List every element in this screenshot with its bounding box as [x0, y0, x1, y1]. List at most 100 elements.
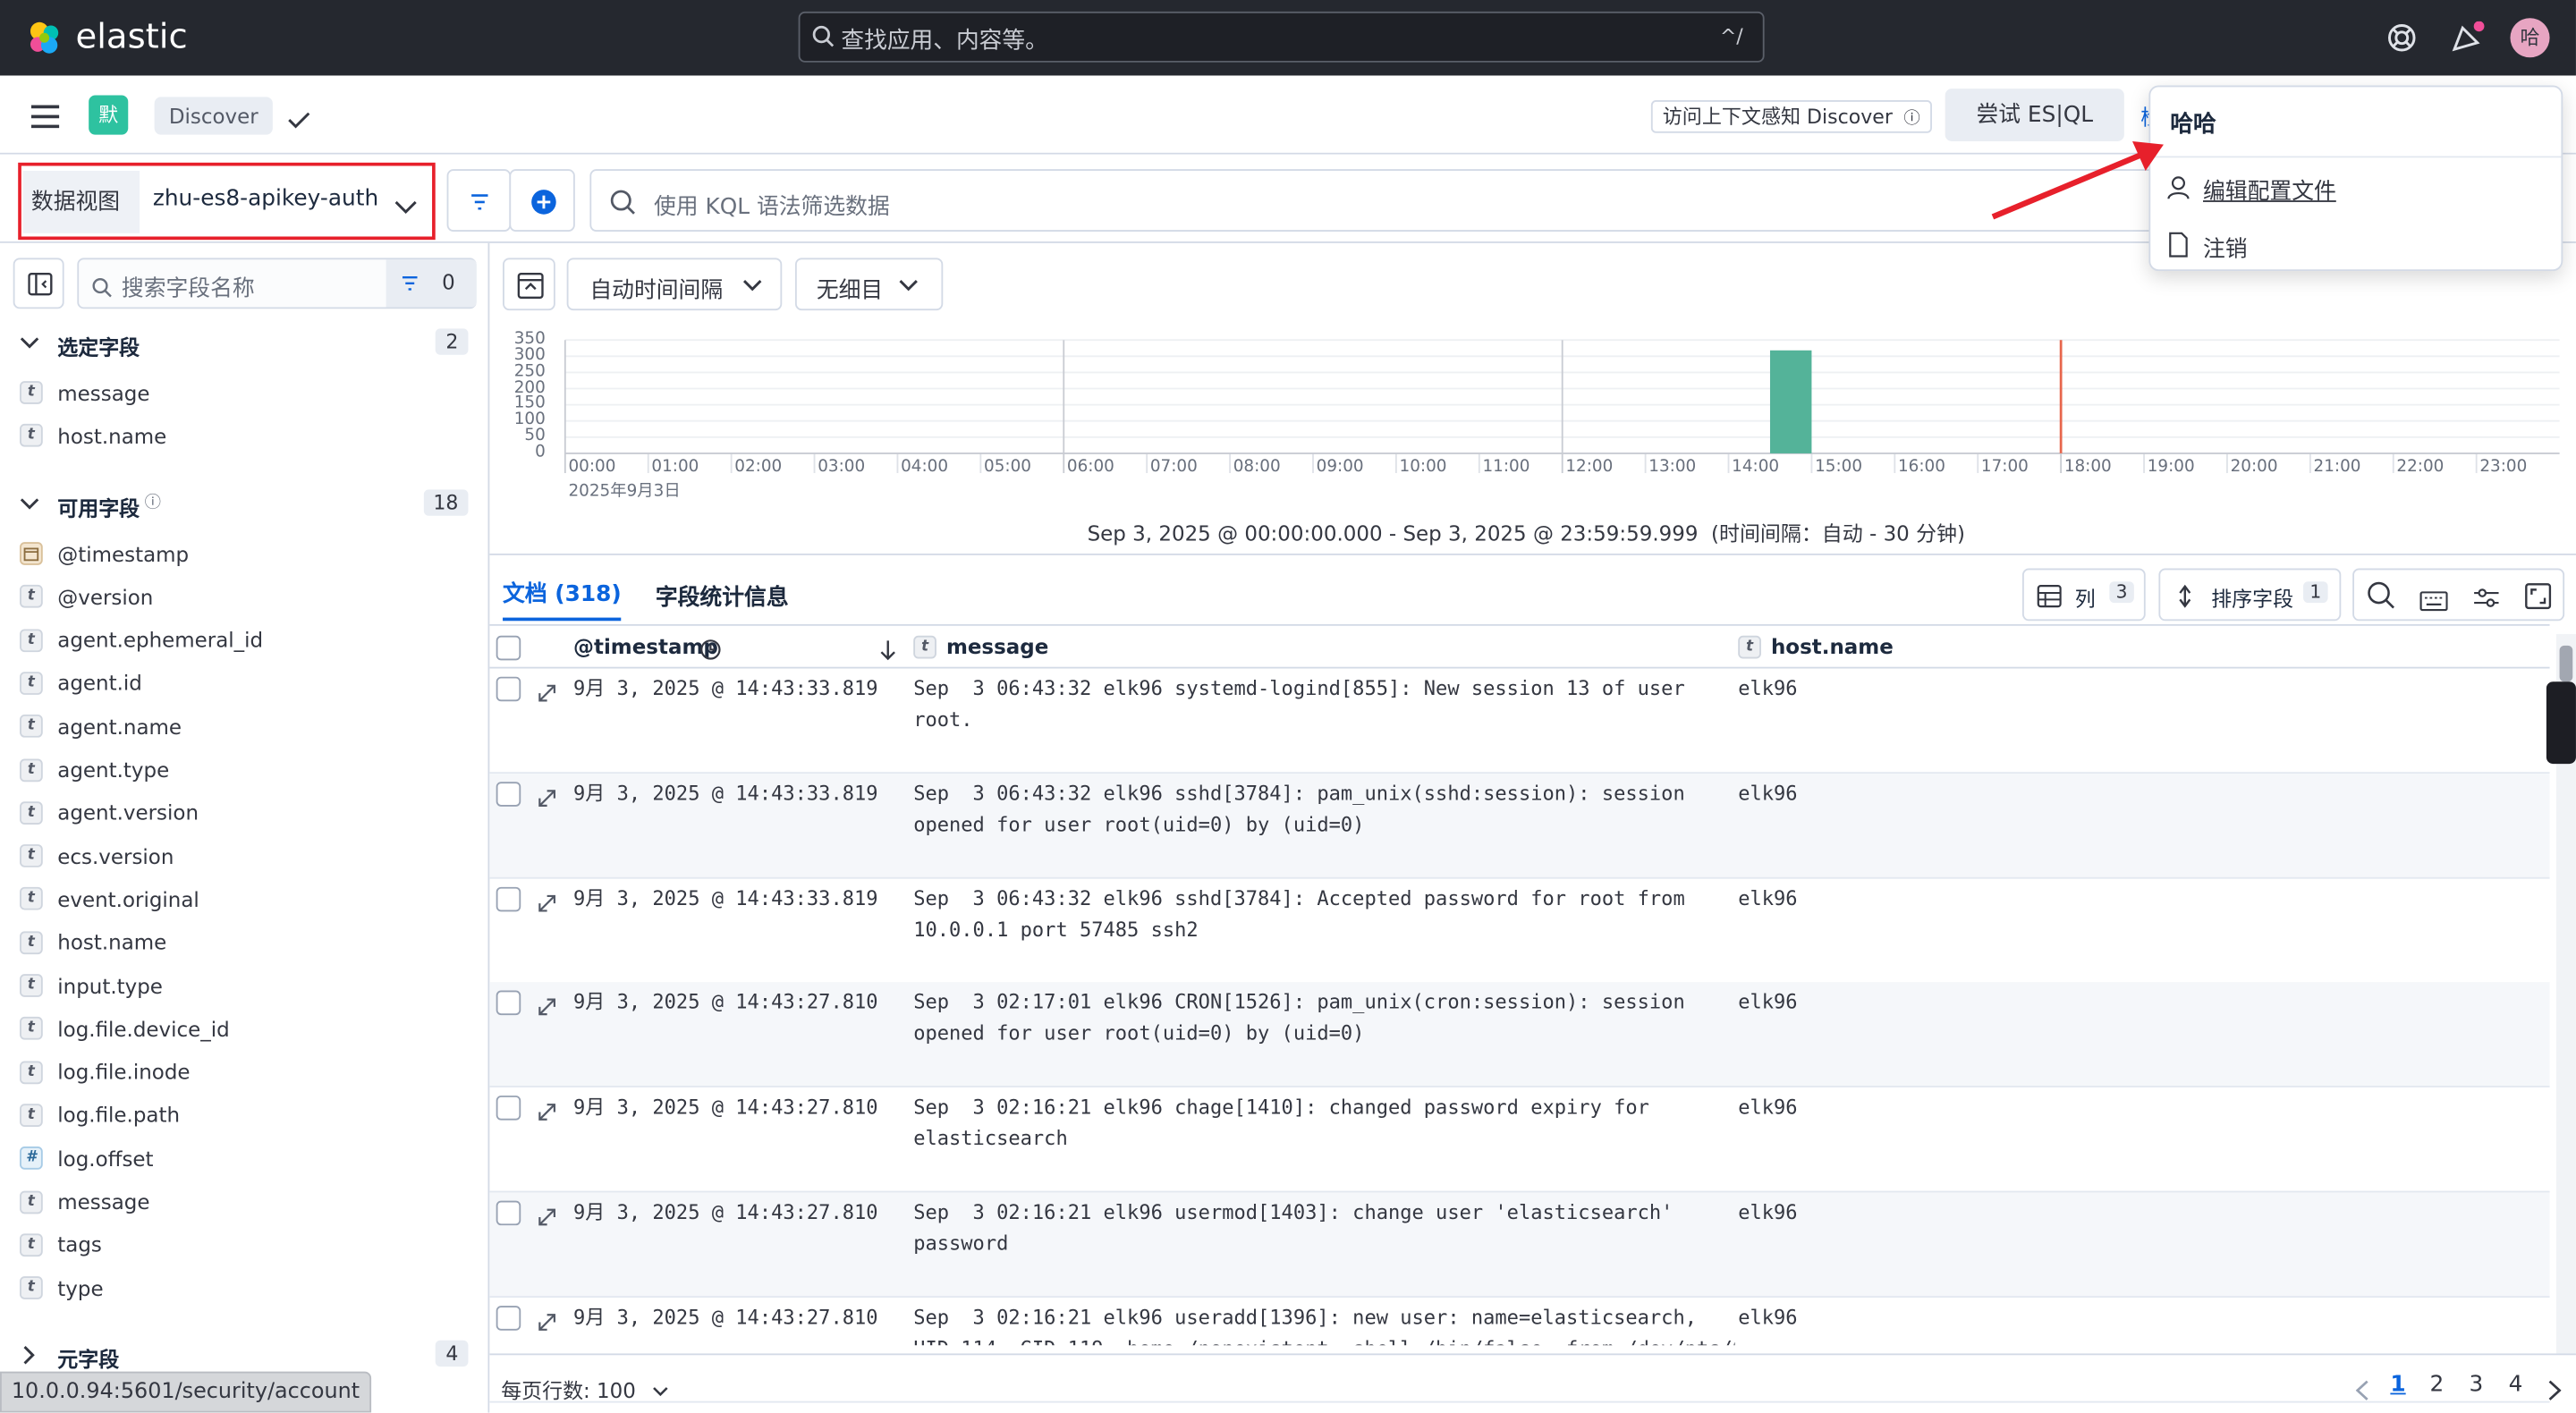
- field-item[interactable]: t host.name: [20, 923, 166, 962]
- breadcrumb-discover[interactable]: Discover: [154, 97, 273, 135]
- table-row[interactable]: 9月 3, 2025 @ 14:43:33.819 Sep 3 06:43:32 …: [489, 878, 2550, 984]
- field-search-input[interactable]: 搜索字段名称 0: [77, 258, 477, 309]
- field-item[interactable]: t agent.ephemeral_id: [20, 621, 263, 660]
- space-badge[interactable]: 默: [89, 95, 129, 135]
- expand-row-icon[interactable]: [538, 1097, 557, 1129]
- filter-options-button[interactable]: [446, 169, 512, 232]
- field-item[interactable]: t event.original: [20, 879, 199, 918]
- field-item[interactable]: t log.file.path: [20, 1096, 180, 1135]
- expand-row-icon[interactable]: [538, 888, 557, 919]
- text-type-icon: t: [20, 757, 43, 782]
- collapse-sidebar-button[interactable]: [13, 258, 64, 309]
- field-item[interactable]: t host.name: [20, 416, 166, 455]
- pagination-next-icon[interactable]: [2548, 1376, 2562, 1408]
- menu-hamburger-icon[interactable]: [30, 104, 61, 135]
- brand-name[interactable]: elastic: [75, 16, 187, 55]
- user-avatar[interactable]: 哈: [2510, 18, 2550, 58]
- field-item[interactable]: t tags: [20, 1225, 102, 1265]
- table-row[interactable]: 9月 3, 2025 @ 14:43:33.819 Sep 3 06:43:32 …: [489, 773, 2550, 879]
- display-settings-icon[interactable]: [2474, 585, 2499, 616]
- row-checkbox[interactable]: [496, 1200, 521, 1226]
- logout-icon: [2169, 232, 2188, 258]
- meta-fields-header[interactable]: 元字段 4: [18, 1339, 475, 1375]
- select-all-checkbox[interactable]: [496, 635, 521, 661]
- elastic-logo-icon[interactable]: [25, 18, 64, 57]
- timestamp-cell: 9月 3, 2025 @ 14:43:33.819: [573, 886, 878, 910]
- col-header-host-name[interactable]: host.name: [1771, 634, 1894, 659]
- row-checkbox[interactable]: [496, 1096, 521, 1121]
- field-name: agent.id: [57, 671, 142, 696]
- search-placeholder: 查找应用、内容等。: [841, 28, 1048, 55]
- pagination-page[interactable]: 2: [2429, 1372, 2444, 1398]
- row-checkbox[interactable]: [496, 991, 521, 1016]
- context-aware-link[interactable]: 访问上下文感知 Discover ⓘ: [1650, 100, 1932, 133]
- sort-descending-icon[interactable]: [879, 636, 897, 667]
- field-filter-toggle[interactable]: 0: [386, 259, 477, 308]
- chevron-down-icon: [20, 337, 39, 349]
- expand-row-icon[interactable]: [538, 993, 557, 1024]
- field-item[interactable]: t log.file.device_id: [20, 1009, 230, 1048]
- field-item[interactable]: t agent.name: [20, 706, 182, 746]
- keyboard-shortcuts-icon[interactable]: [2419, 587, 2448, 618]
- host-name-cell: elk96: [1738, 886, 1798, 910]
- fullscreen-icon[interactable]: [2525, 583, 2552, 616]
- pagination-page[interactable]: 4: [2509, 1372, 2523, 1398]
- kql-query-input[interactable]: 使用 KQL 语法筛选数据: [589, 169, 2167, 232]
- expand-row-icon[interactable]: [538, 1307, 557, 1339]
- field-item[interactable]: # log.offset: [20, 1138, 154, 1178]
- host-name-cell: elk96: [1738, 1096, 1798, 1120]
- available-fields-header[interactable]: 可用字段 ⓘ 18: [18, 487, 475, 523]
- field-item[interactable]: @timestamp: [20, 534, 189, 573]
- row-checkbox[interactable]: [496, 886, 521, 911]
- news-feed-icon[interactable]: [2450, 21, 2486, 61]
- plus-circle-icon: [531, 190, 556, 215]
- table-scrollbar-thumb[interactable]: [2559, 645, 2573, 682]
- sort-fields-button[interactable]: 排序字段 1: [2158, 568, 2342, 622]
- interval-selector-button[interactable]: 自动时间间隔: [566, 258, 783, 311]
- table-row[interactable]: 9月 3, 2025 @ 14:43:27.810 Sep 3 02:16:21 …: [489, 1087, 2550, 1193]
- row-checkbox[interactable]: [496, 781, 521, 807]
- data-view-value[interactable]: zhu-es8-apikey-auth: [153, 186, 378, 212]
- x-tick-label: 05:00: [984, 458, 1031, 477]
- help-icon[interactable]: [2385, 21, 2419, 61]
- field-filter-count: 0: [442, 269, 455, 294]
- add-filter-button[interactable]: [509, 169, 575, 232]
- field-item[interactable]: t agent.id: [20, 664, 142, 703]
- field-item[interactable]: t agent.type: [20, 749, 169, 789]
- field-item[interactable]: t message: [20, 373, 149, 412]
- field-item[interactable]: t input.type: [20, 966, 163, 1005]
- table-row[interactable]: 9月 3, 2025 @ 14:43:27.810 Sep 3 02:16:21 …: [489, 1192, 2550, 1298]
- pagination-page[interactable]: 1: [2390, 1372, 2405, 1398]
- expand-row-icon[interactable]: [538, 1202, 557, 1233]
- table-row[interactable]: 9月 3, 2025 @ 14:43:33.819 Sep 3 06:43:32 …: [489, 669, 2550, 774]
- table-row[interactable]: 9月 3, 2025 @ 14:43:27.810 Sep 3 02:17:01 …: [489, 983, 2550, 1088]
- pagination-page[interactable]: 3: [2470, 1372, 2484, 1398]
- field-item[interactable]: t agent.version: [20, 793, 199, 833]
- x-tick-label: 00:00: [568, 458, 616, 477]
- columns-button[interactable]: 列 3: [2021, 568, 2146, 622]
- x-tick-label: 07:00: [1149, 458, 1198, 477]
- global-search-input[interactable]: 查找应用、内容等。 ^/: [798, 11, 1765, 63]
- field-item[interactable]: t message: [20, 1182, 149, 1222]
- selected-fields-header[interactable]: 选定字段 2: [18, 327, 475, 363]
- table-search-icon[interactable]: [2368, 581, 2395, 616]
- histogram-bar[interactable]: [1769, 350, 1812, 453]
- expand-row-icon[interactable]: [538, 783, 557, 815]
- col-header-timestamp[interactable]: @timestamp: [573, 634, 718, 659]
- expand-row-icon[interactable]: [538, 679, 557, 710]
- tab-documents[interactable]: 文档 (318): [503, 575, 622, 622]
- toggle-chart-button[interactable]: [503, 258, 555, 311]
- table-row[interactable]: 9月 3, 2025 @ 14:43:27.810 Sep 3 02:16:21 …: [489, 1298, 2550, 1403]
- field-item[interactable]: t @version: [20, 577, 153, 616]
- field-item[interactable]: t ecs.version: [20, 836, 174, 876]
- breakdown-selector-button[interactable]: 无细目: [794, 258, 944, 311]
- drag-handle[interactable]: [2546, 681, 2576, 765]
- row-checkbox[interactable]: [496, 1305, 521, 1331]
- tab-documents-label: 文档 (318): [503, 581, 622, 608]
- tab-field-stats[interactable]: 字段统计信息: [656, 579, 789, 611]
- logout-label: 注销: [2203, 236, 2248, 263]
- field-item[interactable]: t log.file.inode: [20, 1053, 191, 1092]
- col-header-message[interactable]: message: [946, 634, 1048, 659]
- row-checkbox[interactable]: [496, 676, 521, 702]
- field-item[interactable]: t type: [20, 1268, 104, 1307]
